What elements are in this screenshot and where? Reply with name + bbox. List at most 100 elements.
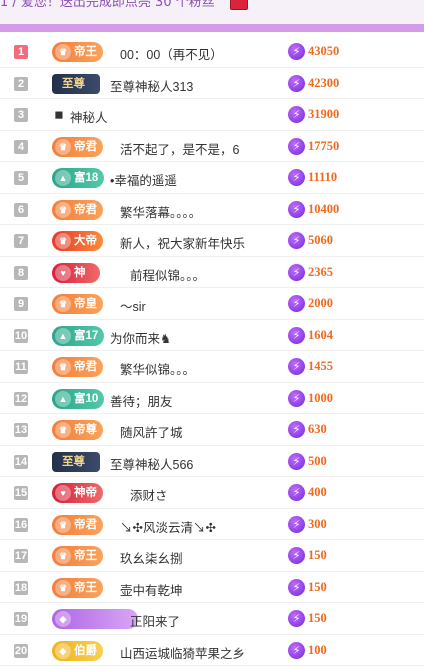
rank-badge: 至尊 — [52, 451, 100, 472]
rank-badge: ♥ 神帝 — [52, 483, 103, 503]
rank-badge: 至尊 — [52, 73, 100, 94]
user-name[interactable]: 新人，祝大家新年快乐 — [120, 233, 245, 252]
contribution-score: 100 — [308, 642, 327, 657]
lightning-icon: ⚡ — [288, 484, 305, 501]
table-row[interactable]: 7 ♛ 大帝 新人，祝大家新年快乐 ⚡ 5060 — [0, 225, 424, 257]
table-row[interactable]: 14 至尊 至尊神秘人566 ⚡ 500 — [0, 446, 424, 477]
badge-crown-icon: ♛ — [55, 296, 71, 312]
rank-badge: ♛ 帝王 — [52, 546, 103, 566]
contribution-score: 43050 — [308, 44, 340, 58]
contribution-score: 150 — [308, 579, 327, 594]
badge-crown-icon: ♛ — [55, 579, 71, 596]
user-name[interactable]: 正阳来了 — [130, 611, 180, 630]
table-row[interactable]: 6 ♛ 帝君 繁华落幕。。。。 ⚡ 10400 — [0, 194, 424, 225]
contribution-score: 1000 — [308, 390, 333, 405]
table-row[interactable]: 5 ▲ 富18 •幸福的遥遥 ⚡ 11110 — [0, 162, 424, 194]
rank-number: 10 — [14, 328, 28, 343]
contribution-score: 17750 — [308, 138, 340, 153]
rank-badge: ♛ 帝王 — [52, 577, 103, 598]
badge-label: 神帝 — [74, 487, 97, 499]
user-name[interactable]: 00：00（再不见） — [120, 44, 223, 63]
table-row[interactable]: 11 ♛ 帝君 繁华似锦。。。 ⚡ 1455 — [0, 351, 424, 383]
contribution-score: 150 — [308, 611, 327, 625]
user-name[interactable]: 添财さ — [130, 485, 168, 504]
badge-label: 伯爵 — [74, 644, 97, 657]
contribution-score: 2365 — [308, 264, 333, 279]
badge-label: 至尊 — [62, 77, 85, 90]
badge-crown-icon: ▲ — [55, 170, 71, 186]
badge-label: 帝王 — [74, 581, 97, 594]
user-name[interactable]: ～sir — [120, 296, 146, 315]
table-row[interactable]: 8 ♥ 神 前程似锦。。。 ⚡ 2365 — [0, 257, 424, 288]
badge-crown-icon: ♥ — [55, 485, 71, 501]
table-row[interactable]: 10 ▲ 富17 为你而来♞ ⚡ 1604 — [0, 320, 424, 351]
rank-number: 15 — [14, 486, 28, 500]
user-name[interactable]: 活不起了，是不是，6 — [120, 139, 239, 158]
rank-badge: ♥ 神 — [52, 262, 100, 283]
badge-label: 帝王 — [74, 550, 97, 562]
badge-label: 帝君 — [74, 203, 97, 216]
user-name[interactable]: •幸福的遥遥 — [110, 170, 177, 189]
table-row[interactable]: 9 ♛ 帝皇 ～sir ⚡ 2000 — [0, 288, 424, 320]
user-name[interactable]: 山西运城临猗苹果之乡 — [120, 643, 245, 662]
contribution-score: 630 — [308, 422, 327, 436]
table-row[interactable]: 15 ♥ 神帝 添财さ ⚡ 400 — [0, 477, 424, 509]
user-name[interactable]: 前程似锦。。。 — [130, 265, 205, 284]
lightning-icon: ⚡ — [288, 389, 305, 407]
rank-number: 12 — [14, 391, 28, 406]
user-name[interactable]: 神秘人 — [70, 107, 108, 126]
lightning-icon: ⚡ — [288, 106, 305, 123]
lightning-icon: ⚡ — [288, 547, 305, 564]
table-row[interactable]: 18 ♛ 帝王 壶中有乾坤 ⚡ 150 — [0, 572, 424, 603]
user-name[interactable]: 善待；朋友 — [110, 391, 173, 410]
rank-number: 13 — [14, 423, 28, 437]
rank-badge: ♛ 帝君 — [52, 357, 103, 377]
rank-badge: ◆ — [52, 609, 138, 629]
user-name[interactable]: 繁华似锦。。。 — [120, 359, 195, 378]
badge-label: 帝君 — [74, 518, 97, 531]
user-name[interactable]: 至尊神秘人313 — [110, 76, 193, 95]
table-row[interactable]: 20 ◆ 伯爵 山西运城临猗苹果之乡 ⚡ 100 — [0, 635, 424, 666]
table-row[interactable]: 19 ◆ 正阳来了 ⚡ 150 — [0, 603, 424, 635]
table-row[interactable]: 16 ♛ 帝君 ↘✣风淡云清↘✣ ⚡ 300 — [0, 509, 424, 540]
user-name[interactable]: 随风許了城 — [120, 422, 183, 441]
lightning-icon: ⚡ — [288, 421, 305, 438]
rank-number: 5 — [14, 171, 28, 185]
rank-number: 19 — [14, 612, 28, 626]
badge-crown-icon: ♛ — [55, 233, 71, 249]
rank-badge: ♛ 帝王 — [52, 42, 103, 62]
table-row[interactable]: 1 ♛ 帝王 00：00（再不见） ⚡ 43050 — [0, 36, 424, 68]
table-row[interactable]: 13 ♛ 帝尊 随风許了城 ⚡ 630 — [0, 414, 424, 446]
rank-badge: ♛ 帝尊 — [52, 420, 103, 440]
badge-label: 富18 — [74, 172, 99, 184]
lightning-icon: ⚡ — [288, 326, 305, 344]
badge-label: 富10 — [74, 392, 99, 405]
user-name[interactable]: 繁华落幕。。。。 — [120, 202, 201, 221]
user-name[interactable]: 为你而来♞ — [110, 328, 171, 347]
user-name[interactable]: ↘✣风淡云清↘✣ — [120, 517, 216, 536]
table-row[interactable]: 4 ♛ 帝君 活不起了，是不是，6 ⚡ 17750 — [0, 131, 424, 162]
rank-number: 16 — [14, 517, 28, 532]
rank-number: 4 — [14, 139, 28, 154]
badge-crown-icon: ♛ — [55, 359, 71, 375]
table-row[interactable]: 12 ▲ 富10 善待；朋友 ⚡ 1000 — [0, 383, 424, 414]
lightning-icon: ⚡ — [288, 610, 305, 627]
user-name[interactable]: 壶中有乾坤 — [120, 580, 183, 599]
table-row[interactable]: 2 至尊 至尊神秘人313 ⚡ 42300 — [0, 68, 424, 99]
lightning-icon: ⚡ — [288, 137, 305, 155]
rank-number: 7 — [14, 234, 28, 248]
rank-number: 6 — [14, 202, 28, 217]
lightning-icon: ⚡ — [288, 641, 305, 659]
contribution-score: 1604 — [308, 327, 333, 342]
badge-crown-icon: ♛ — [55, 44, 71, 60]
contribution-score: 2000 — [308, 296, 333, 310]
table-row[interactable]: 17 ♛ 帝王 玖幺柒幺捌 ⚡ 150 — [0, 540, 424, 572]
user-name[interactable]: 至尊神秘人566 — [110, 454, 193, 473]
red-envelope-icon[interactable] — [230, 0, 248, 10]
lightning-icon: ⚡ — [288, 515, 305, 533]
badge-crown-icon: ◆ — [55, 611, 71, 627]
contribution-score: 42300 — [308, 75, 340, 90]
user-name[interactable]: 玖幺柒幺捌 — [120, 548, 183, 567]
badge-crown-icon: ♥ — [55, 264, 71, 281]
table-row[interactable]: 3 ◼ 神秘人 ⚡ 31900 — [0, 99, 424, 131]
